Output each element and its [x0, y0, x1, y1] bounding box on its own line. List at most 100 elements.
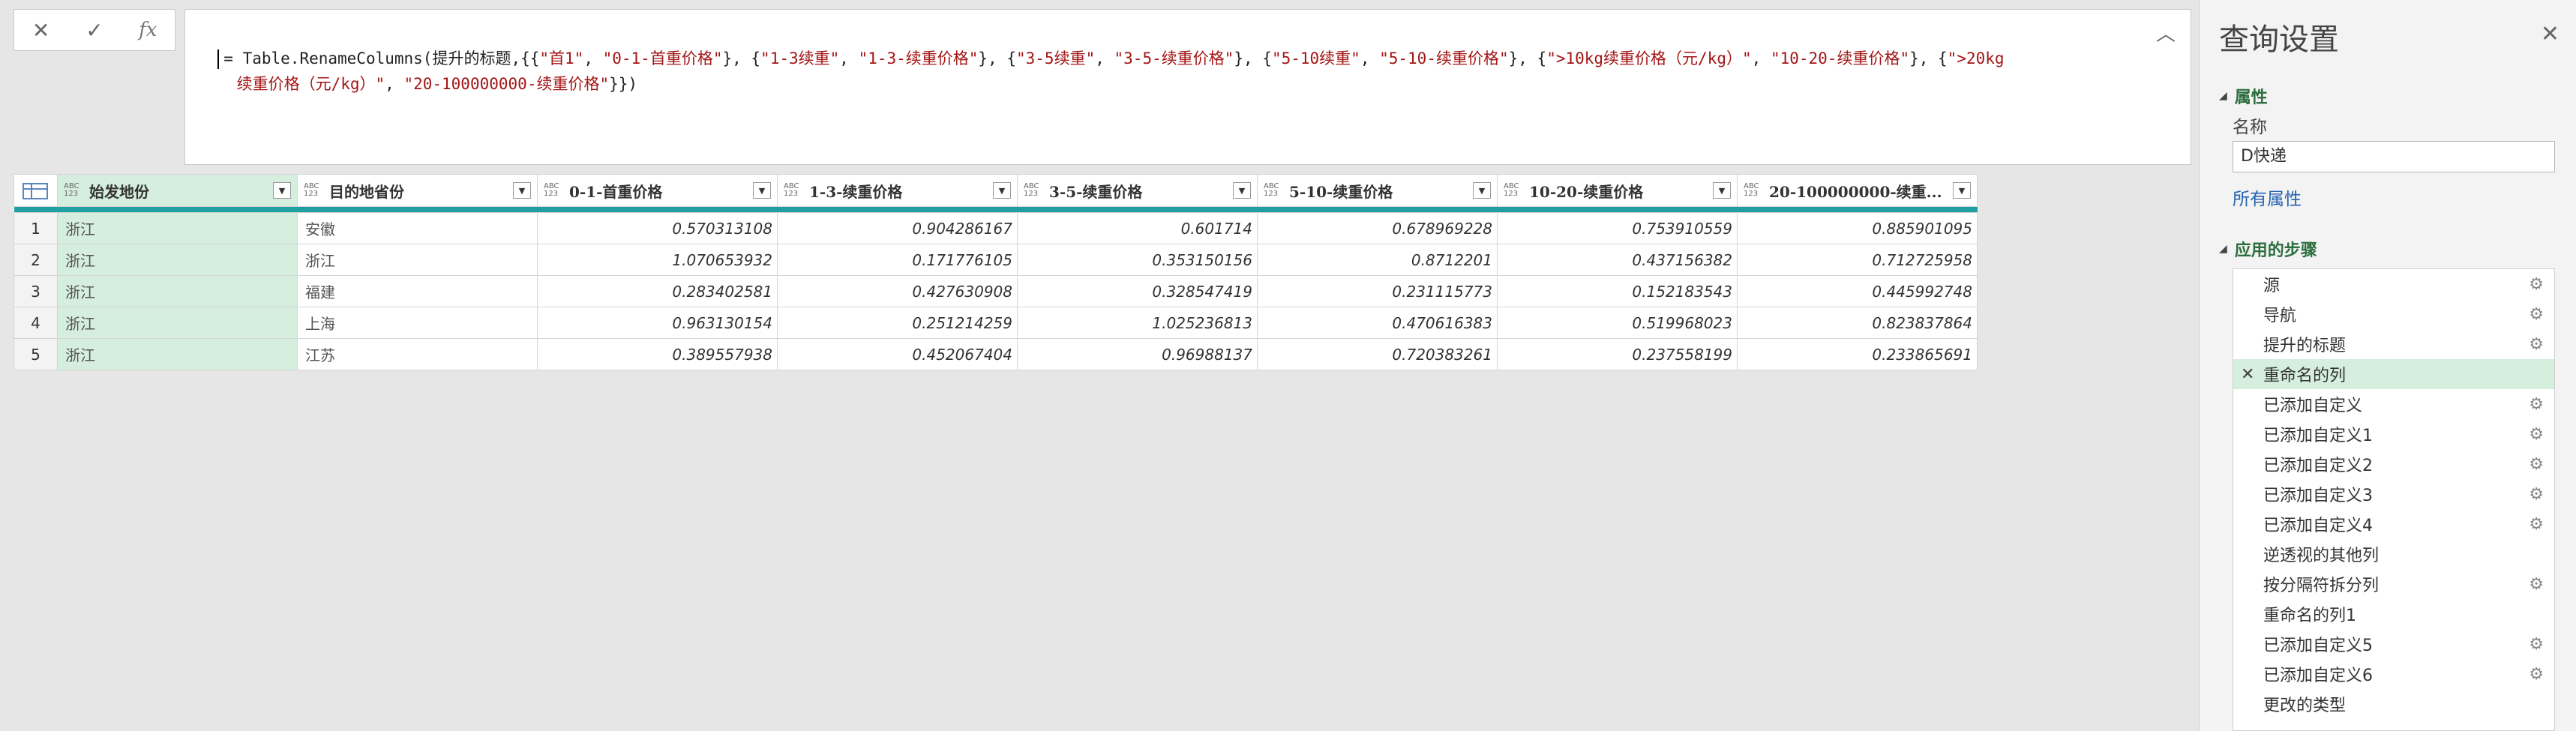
- formula-editor[interactable]: = Table.RenameColumns(提升的标题,{{"首1", "0-1…: [184, 9, 2191, 165]
- applied-step[interactable]: 已添加自定义3 ⚙: [2233, 479, 2554, 509]
- table-cell[interactable]: 0.678969228: [1257, 212, 1498, 244]
- row-number[interactable]: 1: [13, 212, 58, 244]
- applied-step[interactable]: 已添加自定义1 ⚙: [2233, 419, 2554, 449]
- table-cell[interactable]: 0.237558199: [1497, 338, 1738, 370]
- column-header[interactable]: ABC 123 目的地省份 ▼: [297, 174, 538, 207]
- all-properties-link[interactable]: 所有属性: [2233, 184, 2302, 210]
- column-header[interactable]: ABC 123 20-100000000-续重... ▼: [1737, 174, 1978, 207]
- table-cell[interactable]: 0.601714: [1017, 212, 1258, 244]
- column-header[interactable]: ABC 123 5-10-续重价格 ▼: [1257, 174, 1498, 207]
- table-cell[interactable]: 0.753910559: [1497, 212, 1738, 244]
- any-type-icon[interactable]: ABC 123: [1024, 183, 1043, 198]
- table-cell[interactable]: 浙江: [57, 244, 298, 276]
- query-name-input[interactable]: D快递: [2233, 141, 2555, 172]
- applied-step[interactable]: 逆透视的其他列: [2233, 539, 2554, 569]
- any-type-icon[interactable]: ABC 123: [1264, 183, 1283, 198]
- table-row[interactable]: 5 浙江 江苏 0.389557938 0.452067404 0.96988137 0.7…: [13, 338, 1978, 370]
- step-settings-gear-icon[interactable]: ⚙: [2529, 335, 2544, 354]
- filter-dropdown-icon[interactable]: ▼: [1953, 182, 1971, 199]
- any-type-icon[interactable]: ABC 123: [544, 183, 563, 198]
- table-cell[interactable]: 浙江: [57, 275, 298, 307]
- step-settings-gear-icon[interactable]: ⚙: [2529, 455, 2544, 474]
- step-settings-gear-icon[interactable]: ⚙: [2529, 665, 2544, 684]
- table-cell[interactable]: 0.389557938: [537, 338, 778, 370]
- table-cell[interactable]: 0.283402581: [537, 275, 778, 307]
- any-type-icon[interactable]: ABC 123: [1504, 183, 1523, 198]
- table-menu-button[interactable]: [13, 174, 58, 207]
- any-type-icon[interactable]: ABC 123: [1744, 183, 1763, 198]
- any-type-icon[interactable]: ABC 123: [304, 183, 323, 198]
- row-number[interactable]: 2: [13, 244, 58, 276]
- filter-dropdown-icon[interactable]: ▼: [273, 182, 291, 199]
- table-cell[interactable]: 0.152183543: [1497, 275, 1738, 307]
- column-header[interactable]: ABC 123 1-3-续重价格 ▼: [777, 174, 1018, 207]
- column-header[interactable]: ABC 123 3-5-续重价格 ▼: [1017, 174, 1258, 207]
- applied-steps-section-header[interactable]: ◢ 应用的步骤: [2219, 237, 2317, 261]
- table-row[interactable]: 2 浙江 浙江 1.070653932 0.171776105 0.353150156 0.…: [13, 244, 1978, 276]
- row-number[interactable]: 4: [13, 307, 58, 339]
- commit-formula-icon[interactable]: ✓: [72, 11, 117, 49]
- applied-step[interactable]: 导航 ⚙: [2233, 299, 2554, 329]
- filter-dropdown-icon[interactable]: ▼: [1473, 182, 1491, 199]
- filter-dropdown-icon[interactable]: ▼: [513, 182, 531, 199]
- filter-dropdown-icon[interactable]: ▼: [1713, 182, 1731, 199]
- table-cell[interactable]: 0.353150156: [1017, 244, 1258, 276]
- applied-step[interactable]: ✕ 重命名的列: [2233, 359, 2554, 389]
- table-cell[interactable]: 0.231115773: [1257, 275, 1498, 307]
- step-settings-gear-icon[interactable]: ⚙: [2529, 485, 2544, 504]
- column-header[interactable]: ABC 123 始发地份 ▼: [57, 174, 298, 207]
- table-cell[interactable]: 0.452067404: [777, 338, 1018, 370]
- any-type-icon[interactable]: ABC 123: [784, 183, 803, 198]
- applied-step[interactable]: 重命名的列1: [2233, 599, 2554, 629]
- collapse-formula-icon[interactable]: ︿: [2155, 23, 2177, 46]
- table-cell[interactable]: 0.445992748: [1737, 275, 1978, 307]
- table-cell[interactable]: 0.233865691: [1737, 338, 1978, 370]
- step-settings-gear-icon[interactable]: ⚙: [2529, 395, 2544, 414]
- applied-step[interactable]: 已添加自定义4 ⚙: [2233, 509, 2554, 539]
- filter-dropdown-icon[interactable]: ▼: [993, 182, 1011, 199]
- properties-section-header[interactable]: ◢ 属性: [2219, 84, 2268, 108]
- row-number[interactable]: 5: [13, 338, 58, 370]
- applied-step[interactable]: 按分隔符拆分列 ⚙: [2233, 569, 2554, 599]
- applied-step[interactable]: 源 ⚙: [2233, 269, 2554, 299]
- table-cell[interactable]: 0.519968023: [1497, 307, 1738, 339]
- table-cell[interactable]: 浙江: [57, 338, 298, 370]
- table-cell[interactable]: 浙江: [297, 244, 538, 276]
- step-settings-gear-icon[interactable]: ⚙: [2529, 425, 2544, 444]
- table-cell[interactable]: 0.251214259: [777, 307, 1018, 339]
- table-cell[interactable]: 浙江: [57, 212, 298, 244]
- applied-step[interactable]: 已添加自定义6 ⚙: [2233, 659, 2554, 689]
- delete-step-icon[interactable]: ✕: [2241, 365, 2254, 384]
- table-cell[interactable]: 0.885901095: [1737, 212, 1978, 244]
- step-settings-gear-icon[interactable]: ⚙: [2529, 635, 2544, 654]
- table-cell[interactable]: 0.96988137: [1017, 338, 1258, 370]
- any-type-icon[interactable]: ABC 123: [64, 183, 83, 198]
- table-cell[interactable]: 上海: [297, 307, 538, 339]
- step-settings-gear-icon[interactable]: ⚙: [2529, 275, 2544, 294]
- table-cell[interactable]: 1.025236813: [1017, 307, 1258, 339]
- table-row[interactable]: 3 浙江 福建 0.283402581 0.427630908 0.328547419 0.…: [13, 275, 1978, 307]
- table-cell[interactable]: 浙江: [57, 307, 298, 339]
- table-cell[interactable]: 0.720383261: [1257, 338, 1498, 370]
- table-cell[interactable]: 福建: [297, 275, 538, 307]
- table-cell[interactable]: 0.570313108: [537, 212, 778, 244]
- table-row[interactable]: 4 浙江 上海 0.963130154 0.251214259 1.025236813 0.…: [13, 307, 1978, 339]
- table-cell[interactable]: 0.963130154: [537, 307, 778, 339]
- column-header[interactable]: ABC 123 10-20-续重价格 ▼: [1497, 174, 1738, 207]
- step-settings-gear-icon[interactable]: ⚙: [2529, 575, 2544, 594]
- applied-step[interactable]: 已添加自定义5 ⚙: [2233, 629, 2554, 659]
- filter-dropdown-icon[interactable]: ▼: [1233, 182, 1251, 199]
- applied-step[interactable]: 已添加自定义2 ⚙: [2233, 449, 2554, 479]
- column-header[interactable]: ABC 123 0-1-首重价格 ▼: [537, 174, 778, 207]
- table-cell[interactable]: 安徽: [297, 212, 538, 244]
- table-cell[interactable]: 1.070653932: [537, 244, 778, 276]
- table-cell[interactable]: 0.904286167: [777, 212, 1018, 244]
- close-icon[interactable]: ✕: [2541, 21, 2560, 47]
- table-cell[interactable]: 0.470616383: [1257, 307, 1498, 339]
- table-cell[interactable]: 0.8712201: [1257, 244, 1498, 276]
- filter-dropdown-icon[interactable]: ▼: [753, 182, 771, 199]
- table-cell[interactable]: 0.712725958: [1737, 244, 1978, 276]
- step-settings-gear-icon[interactable]: ⚙: [2529, 305, 2544, 324]
- table-row[interactable]: 1 浙江 安徽 0.570313108 0.904286167 0.601714 0.678…: [13, 212, 1978, 244]
- table-cell[interactable]: 0.427630908: [777, 275, 1018, 307]
